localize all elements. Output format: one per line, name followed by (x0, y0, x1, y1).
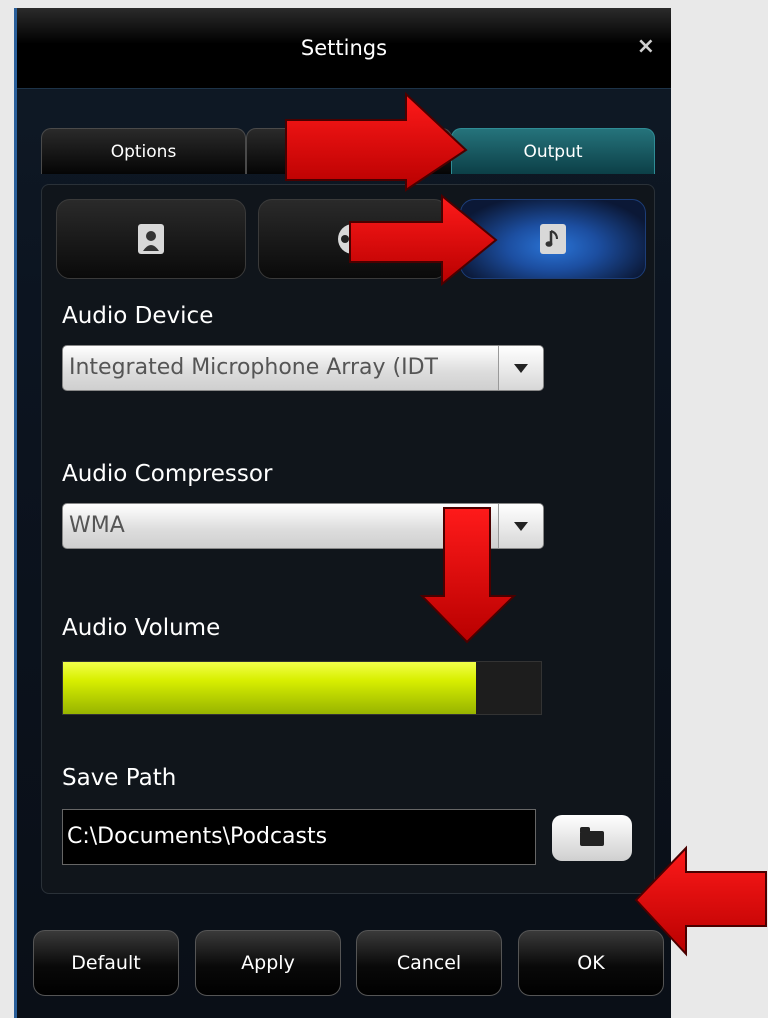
arrow-down-icon (419, 507, 517, 644)
annotation-arrows (285, 91, 767, 957)
arrow-left-icon (634, 845, 767, 957)
arrow-right-icon (285, 91, 468, 192)
arrow-right-icon (349, 193, 498, 287)
